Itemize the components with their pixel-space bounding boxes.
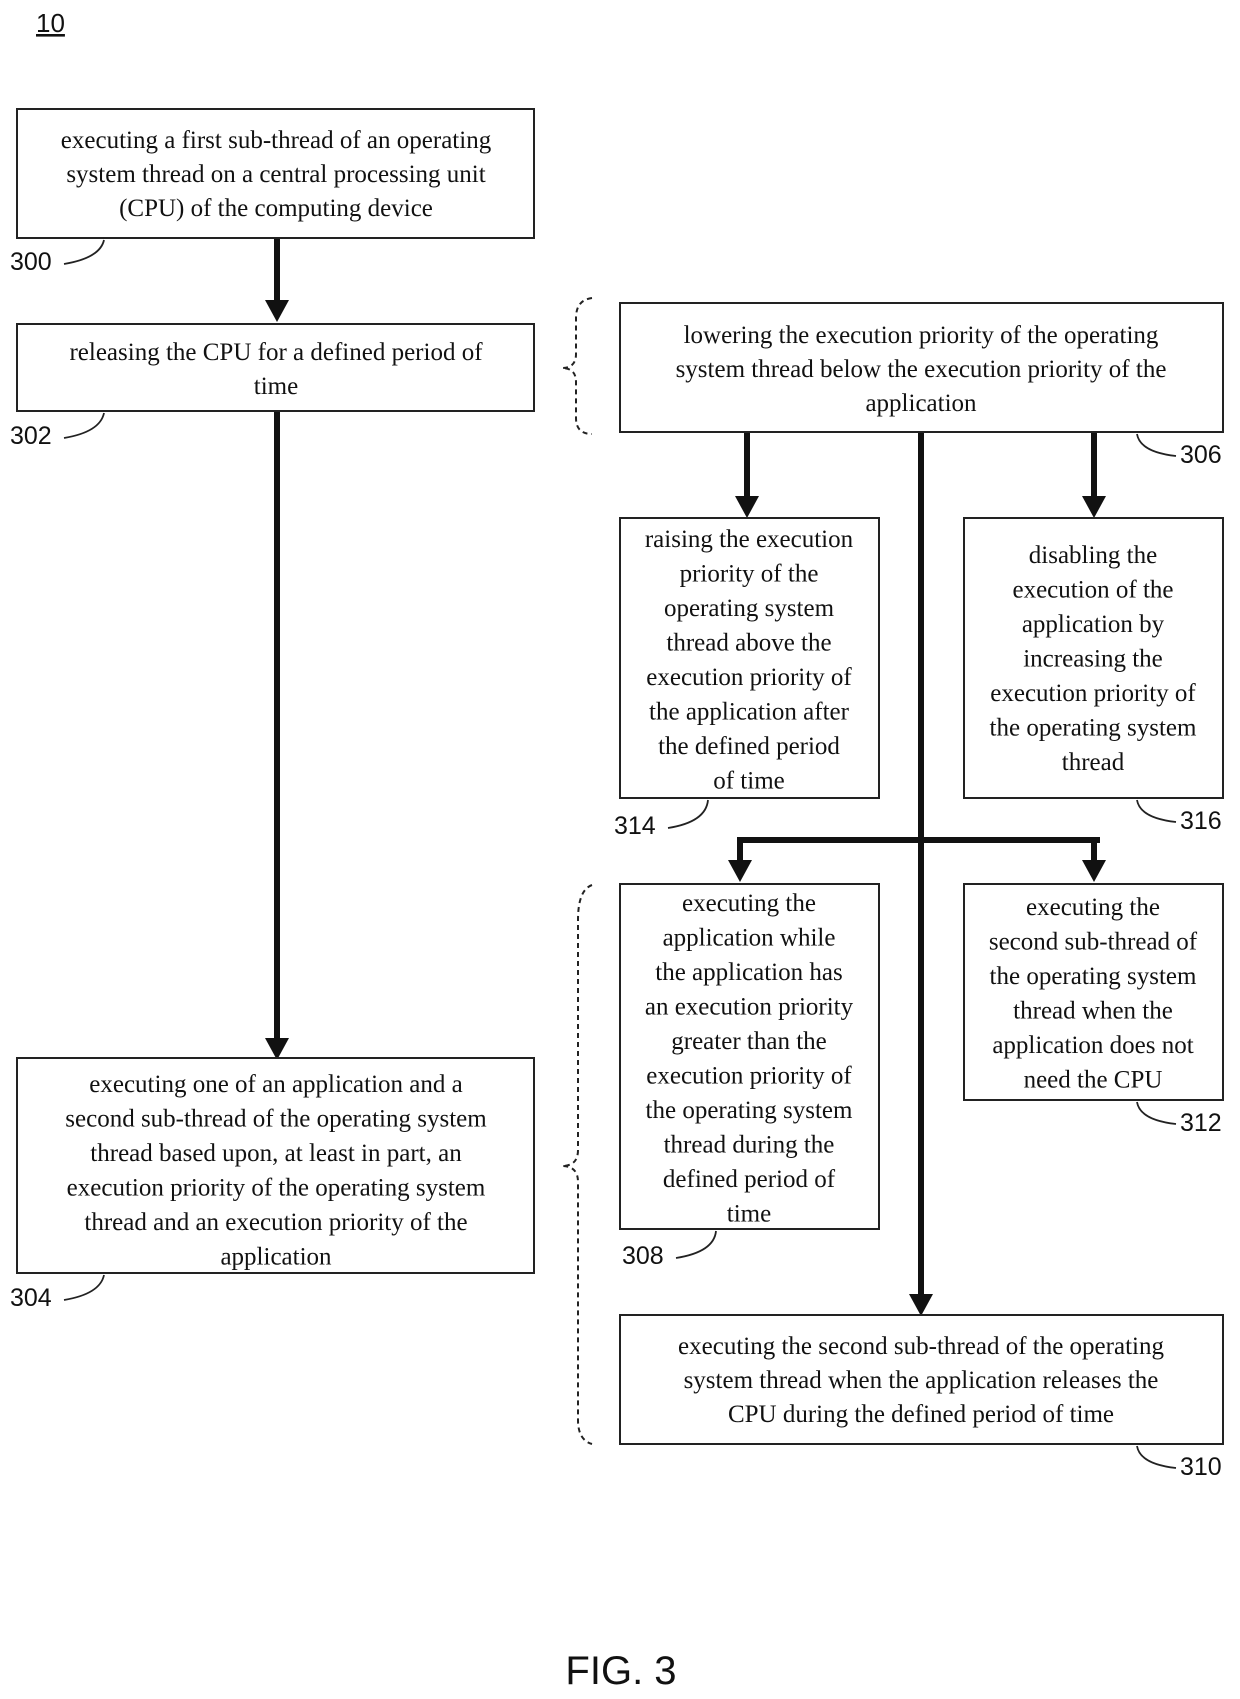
- step-text-line: thread during the: [664, 1132, 835, 1159]
- ref-304: 304: [10, 1274, 105, 1312]
- brace-302-group: [561, 297, 593, 435]
- step-text-line: priority of the: [680, 561, 819, 588]
- step-304: executing one of an application and a sec…: [16, 1057, 535, 1274]
- leader-line: [675, 1230, 717, 1259]
- step-text-line: executing the: [1026, 894, 1160, 921]
- step-text-line: operating system: [664, 595, 835, 622]
- step-text-line: application by: [1022, 611, 1165, 638]
- step-text-line: second sub-thread of: [989, 929, 1198, 956]
- step-306: lowering the execution priority of the o…: [619, 302, 1224, 433]
- brace-304-group: [561, 884, 593, 1445]
- step-text-line: CPU during the defined period of time: [728, 1401, 1114, 1428]
- ref-numeral: 306: [1180, 441, 1222, 469]
- step-312: executing the second sub-thread of the ope…: [963, 883, 1224, 1101]
- step-text-line: lowering the execution priority of the o…: [684, 322, 1159, 349]
- step-text-line: of time: [713, 768, 785, 795]
- step-text-line: the operating system: [990, 715, 1197, 742]
- ref-numeral: 300: [10, 248, 52, 276]
- step-text-line: the application after: [649, 699, 850, 726]
- step-text-line: releasing the CPU for a defined period o…: [69, 339, 483, 366]
- ref-316: 316: [1136, 799, 1222, 835]
- step-text-line: the application has: [655, 959, 842, 986]
- step-316: disabling the execution of the application…: [963, 517, 1224, 799]
- step-text-line: raising the execution: [645, 526, 854, 553]
- ref-314: 314: [614, 799, 709, 840]
- step-text-line: increasing the: [1023, 646, 1163, 673]
- step-text-line: the operating system: [990, 963, 1197, 990]
- ref-numeral: 304: [10, 1284, 52, 1312]
- step-text-line: executing a first sub-thread of an opera…: [61, 127, 492, 154]
- figure-label: FIG. 3: [565, 1649, 676, 1693]
- ref-numeral: 302: [10, 422, 52, 450]
- step-text-line: application while: [663, 925, 836, 952]
- step-text-line: execution of the: [1012, 577, 1173, 604]
- step-text-line: system thread on a central processing un…: [66, 161, 485, 188]
- step-text-line: thread based upon, at least in part, an: [90, 1140, 462, 1167]
- leader-line: [1136, 433, 1177, 457]
- leader-line: [1136, 1101, 1177, 1125]
- ref-numeral: 310: [1180, 1453, 1222, 1481]
- ref-312: 312: [1136, 1101, 1222, 1137]
- step-text-line: application: [220, 1244, 332, 1271]
- flowchart: 10 executing a first sub-thread of an op…: [10, 8, 1224, 1693]
- step-text-line: system thread when the application relea…: [684, 1367, 1159, 1394]
- step-text-line: time: [254, 373, 298, 400]
- step-text-line: need the CPU: [1024, 1067, 1163, 1094]
- step-text-line: execution priority of: [646, 664, 852, 691]
- step-text-line: disabling the: [1029, 542, 1157, 569]
- step-text-line: second sub-thread of the operating syste…: [65, 1106, 487, 1133]
- step-text-line: system thread below the execution priori…: [676, 356, 1167, 383]
- arrowhead-314: [735, 496, 759, 518]
- step-text-line: an execution priority: [645, 994, 854, 1021]
- step-text-line: executing the second sub-thread of the o…: [678, 1333, 1164, 1360]
- arrowhead-316: [1082, 496, 1106, 518]
- step-314: raising the execution priority of the oper…: [619, 517, 880, 799]
- leader-line: [63, 412, 105, 439]
- arrowhead-312: [1082, 860, 1106, 882]
- step-310: executing the second sub-thread of the o…: [619, 1314, 1224, 1445]
- step-302: releasing the CPU for a defined period o…: [16, 323, 535, 412]
- step-text: executing a first sub-thread of an opera…: [61, 127, 492, 222]
- ref-numeral: 316: [1180, 807, 1222, 835]
- arrowhead-308: [728, 860, 752, 882]
- leader-line: [1136, 799, 1177, 823]
- step-text-line: execution priority of the operating syst…: [67, 1175, 486, 1202]
- leader-line: [63, 239, 105, 265]
- ref-300: 300: [10, 239, 105, 276]
- step-text-line: executing the: [682, 890, 816, 917]
- ref-306: 306: [1136, 433, 1222, 469]
- step-text-line: thread: [1062, 749, 1125, 776]
- step-text-line: (CPU) of the computing device: [119, 195, 433, 222]
- diagram-number: 10: [36, 8, 65, 38]
- ref-numeral: 314: [614, 812, 656, 840]
- ref-numeral: 308: [622, 1242, 664, 1270]
- ref-302: 302: [10, 412, 105, 450]
- ref-308: 308: [622, 1230, 717, 1270]
- arrowhead-304: [265, 1038, 289, 1060]
- step-text-line: thread when the: [1013, 998, 1173, 1025]
- step-text-line: time: [727, 1201, 771, 1228]
- leader-line: [667, 799, 709, 829]
- ref-numeral: 312: [1180, 1109, 1222, 1137]
- step-text-line: execution priority of: [990, 680, 1196, 707]
- step-text-line: application: [865, 390, 977, 417]
- step-300: executing a first sub-thread of an opera…: [16, 108, 535, 239]
- step-text-line: thread above the: [666, 630, 831, 657]
- step-text-line: greater than the: [671, 1028, 826, 1055]
- step-text-line: execution priority of: [646, 1063, 852, 1090]
- step-text: executing the second sub-thread of the o…: [678, 1333, 1164, 1428]
- step-308: executing the application while the applic…: [619, 883, 880, 1230]
- step-text-line: the defined period: [658, 733, 840, 760]
- arrowhead-310: [909, 1294, 933, 1316]
- step-text-line: thread and an execution priority of the: [84, 1209, 467, 1236]
- step-text-line: executing one of an application and a: [89, 1071, 462, 1098]
- leader-line: [63, 1274, 105, 1301]
- arrowhead-302: [265, 300, 289, 322]
- step-text-line: the operating system: [646, 1097, 853, 1124]
- ref-310: 310: [1136, 1445, 1222, 1481]
- leader-line: [1136, 1445, 1177, 1469]
- step-text-line: application does not: [992, 1032, 1193, 1059]
- step-text-line: defined period of: [663, 1166, 836, 1193]
